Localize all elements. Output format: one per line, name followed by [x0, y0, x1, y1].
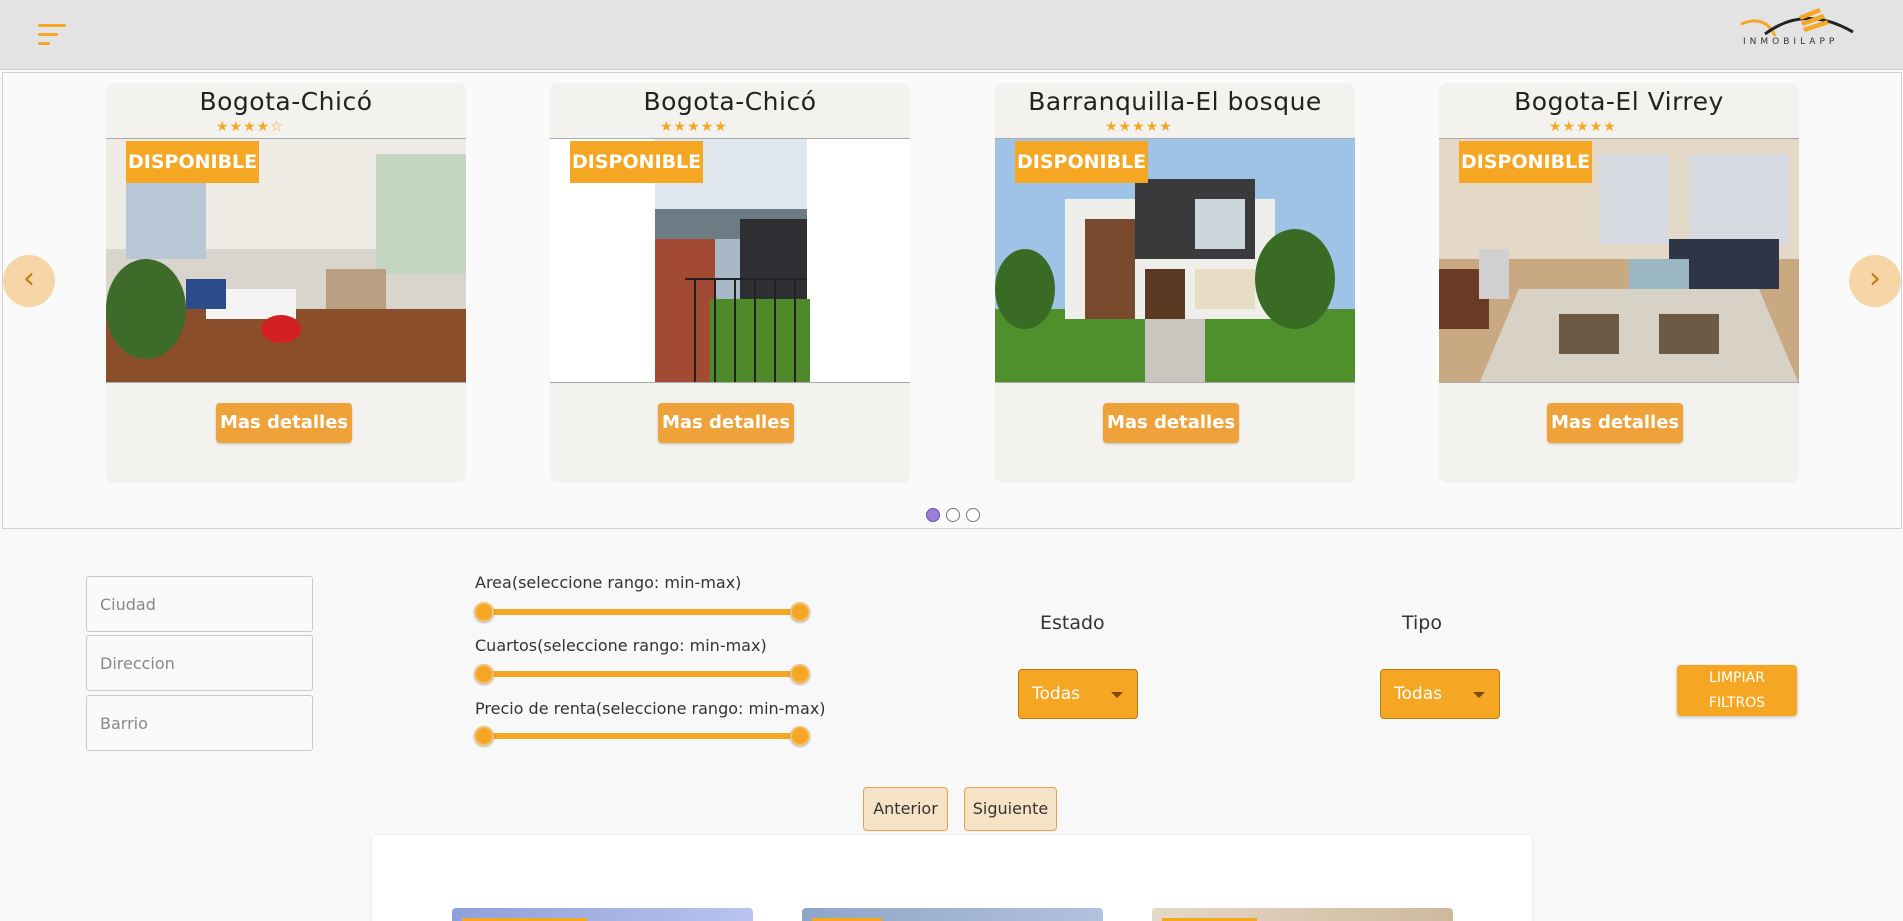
carousel-dot-2[interactable] [946, 508, 960, 522]
clear-filters-button[interactable]: LIMPIAR FILTROS [1677, 665, 1797, 716]
details-button[interactable]: Mas detalles [658, 403, 795, 443]
hamburger-menu-icon[interactable] [38, 24, 68, 46]
slider-min-handle[interactable] [474, 664, 494, 684]
carousel-pagination-dots [926, 508, 980, 522]
rating-stars-icon: ★★★★★ [660, 119, 728, 135]
details-button[interactable]: Mas detalles [1547, 403, 1684, 443]
chevron-down-icon [1473, 692, 1485, 698]
availability-badge: DISPONIBLE [126, 141, 260, 183]
type-select[interactable]: Todas [1380, 669, 1500, 719]
city-input[interactable] [86, 576, 313, 632]
slider-min-handle[interactable] [474, 602, 494, 622]
availability-badge: DISPONIBLE [570, 141, 704, 183]
status-select[interactable]: Todas [1018, 669, 1138, 719]
rating-stars-icon: ★★★★☆ [216, 119, 284, 135]
carousel-next-arrow-icon[interactable]: › [1849, 255, 1901, 307]
area-range-slider[interactable] [474, 601, 810, 623]
results-panel [371, 834, 1533, 921]
result-card[interactable] [1152, 908, 1453, 921]
availability-badge: DISPONIBLE [1015, 141, 1149, 183]
carousel-dot-1[interactable] [926, 508, 940, 522]
carousel-prev-arrow-icon[interactable]: ‹ [3, 255, 55, 307]
chevron-down-icon [1111, 692, 1123, 698]
next-page-button[interactable]: Siguiente [964, 787, 1057, 831]
slider-max-handle[interactable] [790, 602, 810, 622]
property-image[interactable]: DISPONIBLE [1439, 138, 1799, 383]
address-input[interactable] [86, 635, 313, 691]
details-button[interactable]: Mas detalles [216, 403, 353, 443]
status-select-value: Todas [1032, 684, 1080, 704]
result-card[interactable] [452, 908, 753, 921]
result-card[interactable] [802, 908, 1103, 921]
card-title: Barranquilla-El bosque [1028, 87, 1322, 116]
rating-stars-icon: ★★★★★ [1105, 119, 1173, 135]
property-card: Barranquilla-El bosque ★★★★★ DISPONIBLE … [995, 83, 1355, 483]
property-card: Bogota-Chicó ★★★★★ DISPONIBLE Mas detall… [550, 83, 910, 483]
status-filter-label: Estado [1040, 612, 1105, 634]
clear-filters-label-line2: FILTROS [1708, 695, 1766, 711]
neighborhood-input[interactable] [86, 695, 313, 751]
property-image[interactable]: DISPONIBLE [106, 138, 466, 383]
rating-stars-icon: ★★★★★ [1549, 119, 1617, 135]
carousel-dot-3[interactable] [966, 508, 980, 522]
property-card: Bogota-Chicó ★★★★☆ DISPONIBLE Mas detall… [106, 83, 466, 483]
top-navbar: INMOBILAPP [0, 0, 1903, 70]
type-filter-label: Tipo [1402, 612, 1442, 634]
property-image[interactable]: DISPONIBLE [550, 138, 910, 383]
card-title: Bogota-El Virrey [1514, 87, 1724, 116]
property-image[interactable]: DISPONIBLE [995, 138, 1355, 383]
property-card: Bogota-El Virrey ★★★★★ DISPONIBLE Mas de… [1439, 83, 1799, 483]
availability-badge: DISPONIBLE [1459, 141, 1593, 183]
property-carousel: Bogota-Chicó ★★★★☆ DISPONIBLE Mas detall… [2, 72, 1902, 529]
details-button[interactable]: Mas detalles [1103, 403, 1240, 443]
card-title: Bogota-Chicó [199, 87, 373, 116]
rent-price-range-label: Precio de renta(seleccione rango: min-ma… [475, 699, 826, 718]
slider-max-handle[interactable] [790, 726, 810, 746]
card-title: Bogota-Chicó [643, 87, 817, 116]
rooms-range-slider[interactable] [474, 663, 810, 685]
rooms-range-label: Cuartos(seleccione rango: min-max) [475, 636, 767, 655]
type-select-value: Todas [1394, 684, 1442, 704]
rent-price-range-slider[interactable] [474, 725, 810, 747]
slider-max-handle[interactable] [790, 664, 810, 684]
previous-page-button[interactable]: Anterior [863, 787, 948, 831]
area-range-label: Area(seleccione rango: min-max) [475, 573, 742, 592]
clear-filters-label-line1: LIMPIAR [1709, 670, 1765, 686]
slider-min-handle[interactable] [474, 726, 494, 746]
logo-text: INMOBILAPP [1743, 37, 1839, 47]
